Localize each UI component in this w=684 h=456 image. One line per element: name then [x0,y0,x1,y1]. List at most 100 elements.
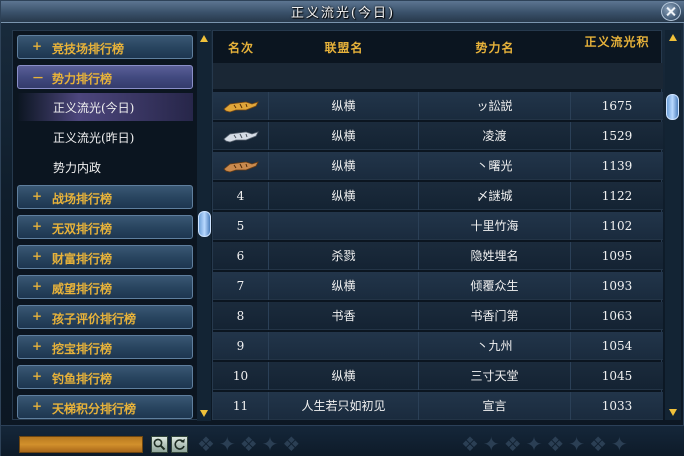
category-arena-ranking[interactable]: + 竞技场排行榜 [17,35,193,59]
scroll-up-arrow-icon[interactable] [200,35,208,42]
score-cell: 1095 [601,249,633,263]
score-cell: 1033 [601,399,633,413]
close-icon[interactable] [661,2,681,21]
expand-icon: + [32,339,43,353]
collapse-icon: － [32,71,45,85]
header-rank: 名次 [227,41,254,55]
category-ladder-ranking[interactable]: + 天梯积分排行榜 [17,395,193,419]
table-row[interactable]: 纵横 ッ訟説 1675 [213,92,663,120]
category-label: 财富排行榜 [52,252,113,266]
table-row[interactable]: 纵横 凌渡 1529 [213,122,663,150]
alliance-cell: 书香 [269,302,419,330]
scroll-down-arrow-icon[interactable] [200,410,208,417]
table-row[interactable]: 5 十里竹海 1102 [213,212,663,240]
score-cell: 1675 [601,99,633,113]
table-row[interactable]: 6 杀戮 隐姓埋名 1095 [213,242,663,270]
subitem-label: 势力内政 [53,161,102,175]
score-cell: 1139 [601,159,633,173]
category-treasure-ranking[interactable]: + 挖宝排行榜 [17,335,193,359]
category-child-rating-ranking[interactable]: + 孩子评价排行榜 [17,305,193,329]
expand-icon: + [32,399,43,413]
score-cell: 1045 [601,369,633,383]
header-alliance: 联盟名 [324,41,364,55]
expand-icon: + [32,219,43,233]
subitem-faction-affairs[interactable]: 势力内政 [17,153,193,181]
rank-cell: 6 [213,242,269,270]
rank-cell [213,122,269,150]
ranking-window: 正义流光(今日) + 竞技场排行榜 － 势力排行榜 正义流光(今日) 正义流光(… [0,0,684,456]
category-scrollbar[interactable] [197,31,211,421]
rank-cell: 10 [213,362,269,390]
rank-cell: 11 [213,392,269,420]
rank-cell: 7 [213,272,269,300]
subitem-justice-yesterday[interactable]: 正义流光(昨日) [17,123,193,151]
alliance-cell: 纵横 [269,152,419,180]
category-label: 无双排行榜 [52,222,113,236]
search-button[interactable] [151,436,168,453]
refresh-icon [174,438,185,450]
rank-cell: 4 [213,182,269,210]
category-faction-ranking[interactable]: － 势力排行榜 [17,65,193,89]
table-row[interactable]: 8 书香 书香门第 1063 [213,302,663,330]
bottom-toolbar: ❖✦❖✦❖ ❖✦❖✦❖✦❖✦ [1,425,684,456]
header-score: 正义流光积 [584,35,650,49]
table-row[interactable]: 9 丶九州 1054 [213,332,663,360]
table-row[interactable]: 4 纵横 〆謎城 1122 [213,182,663,210]
rank-cell: 8 [213,302,269,330]
scroll-thumb[interactable] [666,94,679,120]
faction-cell: 倾覆众生 [419,272,571,300]
faction-cell: 凌渡 [419,122,571,150]
search-input[interactable] [19,436,143,453]
rank-cell [213,92,269,120]
subitem-justice-today[interactable]: 正义流光(今日) [17,93,193,121]
faction-cell: 〆謎城 [419,182,571,210]
alliance-cell: 纵横 [269,92,419,120]
scroll-down-arrow-icon[interactable] [669,409,677,416]
category-label: 天梯积分排行榜 [52,402,137,416]
expand-icon: + [32,309,43,323]
window-title: 正义流光(今日) [290,6,396,21]
category-battlefield-ranking[interactable]: + 战场排行榜 [17,185,193,209]
table-scrollbar[interactable] [665,30,681,420]
alliance-cell: 纵横 [269,122,419,150]
category-label: 钓鱼排行榜 [52,372,113,386]
category-panel: + 竞技场排行榜 － 势力排行榜 正义流光(今日) 正义流光(昨日) 势力内政 … [12,30,211,421]
table-row[interactable]: 纵横 丶曙光 1139 [213,152,663,180]
alliance-cell [269,212,419,240]
score-cell: 1122 [601,189,633,203]
scroll-thumb[interactable] [198,211,211,237]
ranking-table: 名次 联盟名 势力名 正义流光积 纵横 ッ訟説 1675 纵横 凌渡 1529 [212,30,663,420]
expand-icon: + [32,39,43,53]
table-row[interactable]: 7 纵横 倾覆众生 1093 [213,272,663,300]
table-header: 名次 联盟名 势力名 正义流光积 [213,31,663,61]
scroll-up-arrow-icon[interactable] [669,34,677,41]
score-cell: 1063 [601,309,633,323]
alliance-cell: 纵横 [269,362,419,390]
faction-cell: 书香门第 [419,302,571,330]
category-label: 威望排行榜 [52,282,113,296]
table-row[interactable]: 11 人生若只如初见 宣言 1033 [213,392,663,420]
refresh-button[interactable] [171,436,188,453]
category-label: 战场排行榜 [52,192,113,206]
faction-cell: 丶九州 [419,332,571,360]
decorative-icon-strip: ❖✦❖✦❖✦❖✦ [461,432,632,456]
category-fishing-ranking[interactable]: + 钓鱼排行榜 [17,365,193,389]
faction-cell: ッ訟説 [419,92,571,120]
subitem-label: 正义流光(今日) [53,101,135,115]
category-wushuang-ranking[interactable]: + 无双排行榜 [17,215,193,239]
rank-cell: 9 [213,332,269,360]
rank-cell [213,152,269,180]
category-label: 挖宝排行榜 [52,342,113,356]
alliance-cell: 纵横 [269,182,419,210]
score-cell: 1102 [601,219,633,233]
table-row[interactable]: 10 纵横 三寸天堂 1045 [213,362,663,390]
category-wealth-ranking[interactable]: + 财富排行榜 [17,245,193,269]
header-faction: 势力名 [475,41,515,55]
expand-icon: + [32,249,43,263]
title-bar[interactable]: 正义流光(今日) [1,1,684,23]
category-label: 孩子评价排行榜 [52,312,137,326]
faction-cell: 丶曙光 [419,152,571,180]
faction-cell: 十里竹海 [419,212,571,240]
magnifier-icon [153,438,166,451]
category-prestige-ranking[interactable]: + 威望排行榜 [17,275,193,299]
